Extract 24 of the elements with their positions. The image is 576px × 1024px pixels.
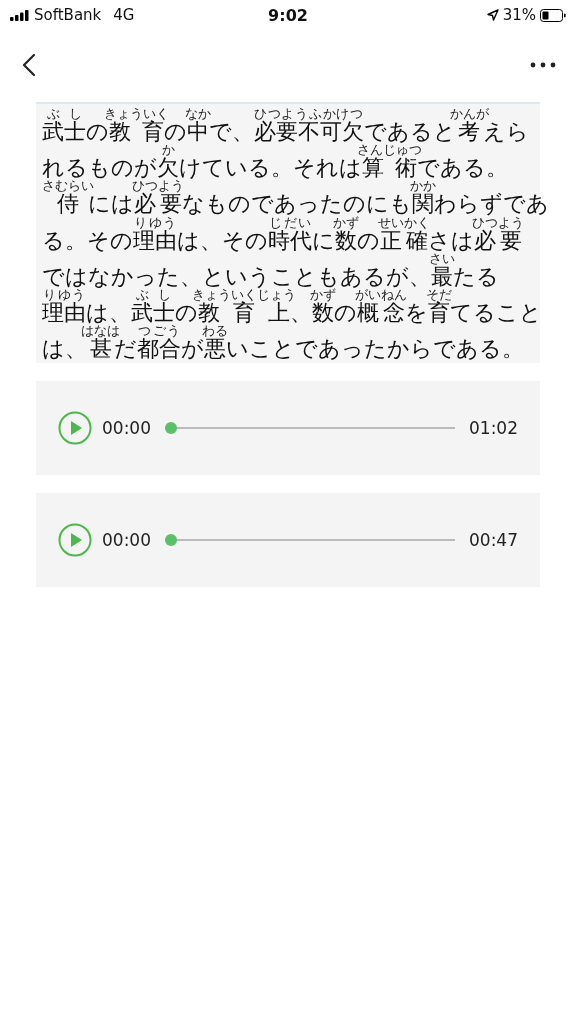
progress-thumb[interactable] <box>165 422 177 435</box>
passage-line: 侍 さむらい には必要 ひつよう なものであったのにも 関 かか わらずであ <box>42 180 549 217</box>
battery-icon <box>540 8 566 22</box>
duration: 00:47 <box>469 530 518 551</box>
signal-icon <box>10 9 30 21</box>
passage-line: 武士 ぶし の教育 きょういく の中 なか で、必要不可欠 ひつようふかけつ であると 考 かんが えら <box>42 108 529 145</box>
passage-line: れるものが欠 か けている。それは算術 さんじゅつ である。 <box>42 144 508 181</box>
passage-line: は、甚 はなは だ都合 つごう が悪 わる いことであったからである。 <box>42 325 524 362</box>
battery-percent: 31% <box>502 6 536 24</box>
status-time: 9:02 <box>268 5 308 25</box>
duration: 01:02 <box>469 418 518 439</box>
more-button[interactable] <box>528 60 558 70</box>
passage-line: ではなかった、ということもあるが、最 さい たる <box>42 252 499 289</box>
carrier-name: SoftBank <box>34 6 102 24</box>
play-button[interactable] <box>58 411 92 446</box>
back-button[interactable] <box>20 51 38 79</box>
progress-thumb[interactable] <box>165 534 177 547</box>
play-button[interactable] <box>58 523 92 558</box>
location-icon <box>486 9 499 21</box>
current-time: 00:00 <box>102 418 151 439</box>
network-type: 4G <box>113 6 135 24</box>
current-time: 00:00 <box>102 530 151 551</box>
passage-line: 理由 りゆう は、武士 ぶし の教育上 きょういくじょう 、数 かず の概念 がいねん を育 そだ てること <box>42 288 542 325</box>
passage-line: る。その理由 りゆう は、その時代 じだい に数 かず の正確 せいかく さは必要 ひつよう <box>42 216 524 253</box>
